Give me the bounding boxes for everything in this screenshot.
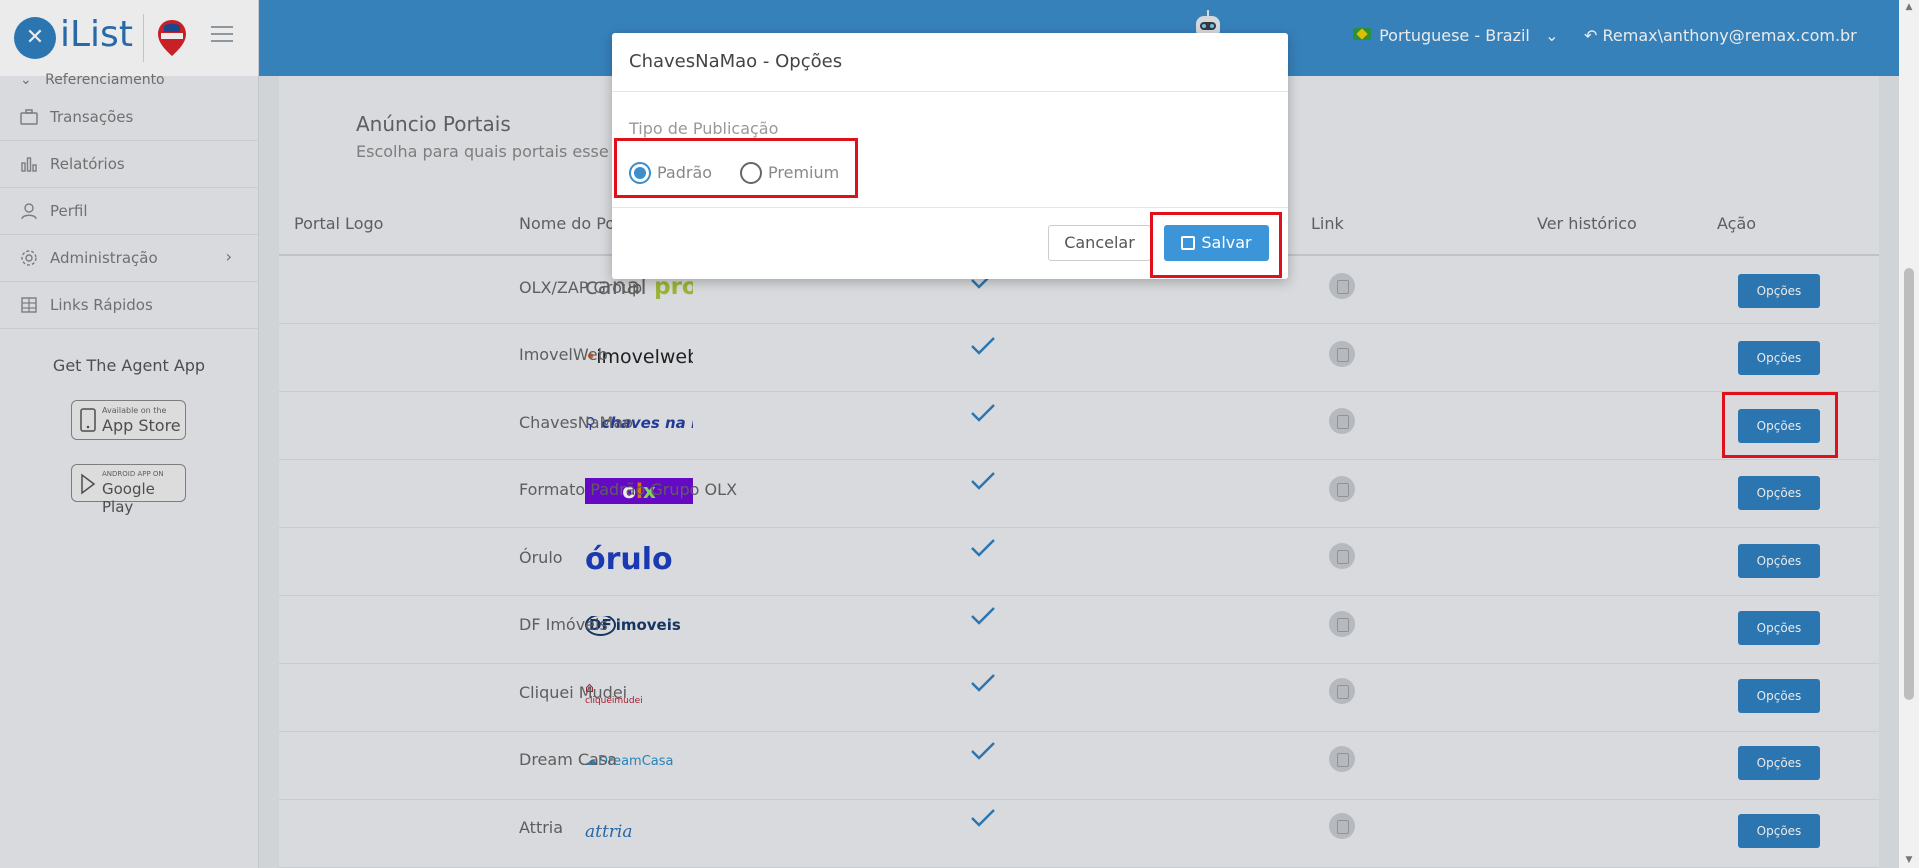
radio-checked-icon (629, 162, 651, 184)
options-modal: ChavesNaMao - Opções Tipo de Publicação … (612, 33, 1288, 279)
scroll-down-icon[interactable]: ▼ (1904, 855, 1914, 865)
modal-title: ChavesNaMao - Opções (629, 51, 843, 72)
scroll-up-icon[interactable]: ▲ (1904, 2, 1914, 12)
floppy-disk-icon (1181, 236, 1196, 250)
cancel-button[interactable]: Cancelar (1048, 225, 1151, 261)
publication-type-label: Tipo de Publicação (629, 119, 779, 138)
radio-unchecked-icon (740, 162, 762, 184)
save-button[interactable]: Salvar (1164, 225, 1269, 261)
scrollbar-thumb[interactable] (1904, 268, 1914, 700)
